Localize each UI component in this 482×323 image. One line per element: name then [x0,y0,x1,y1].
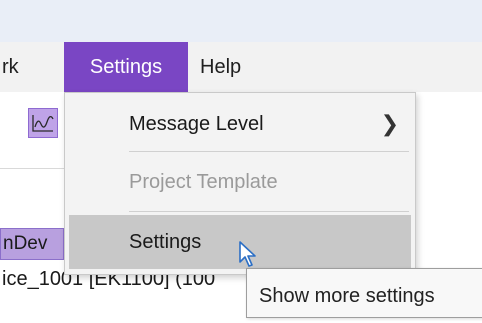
menu-item-label: Settings [129,231,202,253]
menu-item-label: Project Template [129,171,278,193]
device-chip[interactable]: nDev [0,228,64,260]
tooltip: Show more settings [246,268,482,318]
menu-help[interactable]: Help [200,42,260,92]
menu-separator [129,211,409,212]
menu-work[interactable]: rk [0,42,60,92]
chart-wave-icon [32,115,54,132]
chart-toolbar-button[interactable] [28,108,58,138]
menu-separator [129,151,409,152]
panel-divider [0,168,64,169]
menu-settings[interactable]: Settings [64,42,188,92]
mouse-pointer-icon [239,241,256,267]
menu-item-message-level[interactable]: Message Level ❯ [69,97,411,151]
chevron-right-icon: ❯ [380,111,399,136]
menu-item-label: Message Level [129,113,264,135]
title-bar [0,0,482,42]
menu-item-project-template: Project Template [69,155,411,209]
